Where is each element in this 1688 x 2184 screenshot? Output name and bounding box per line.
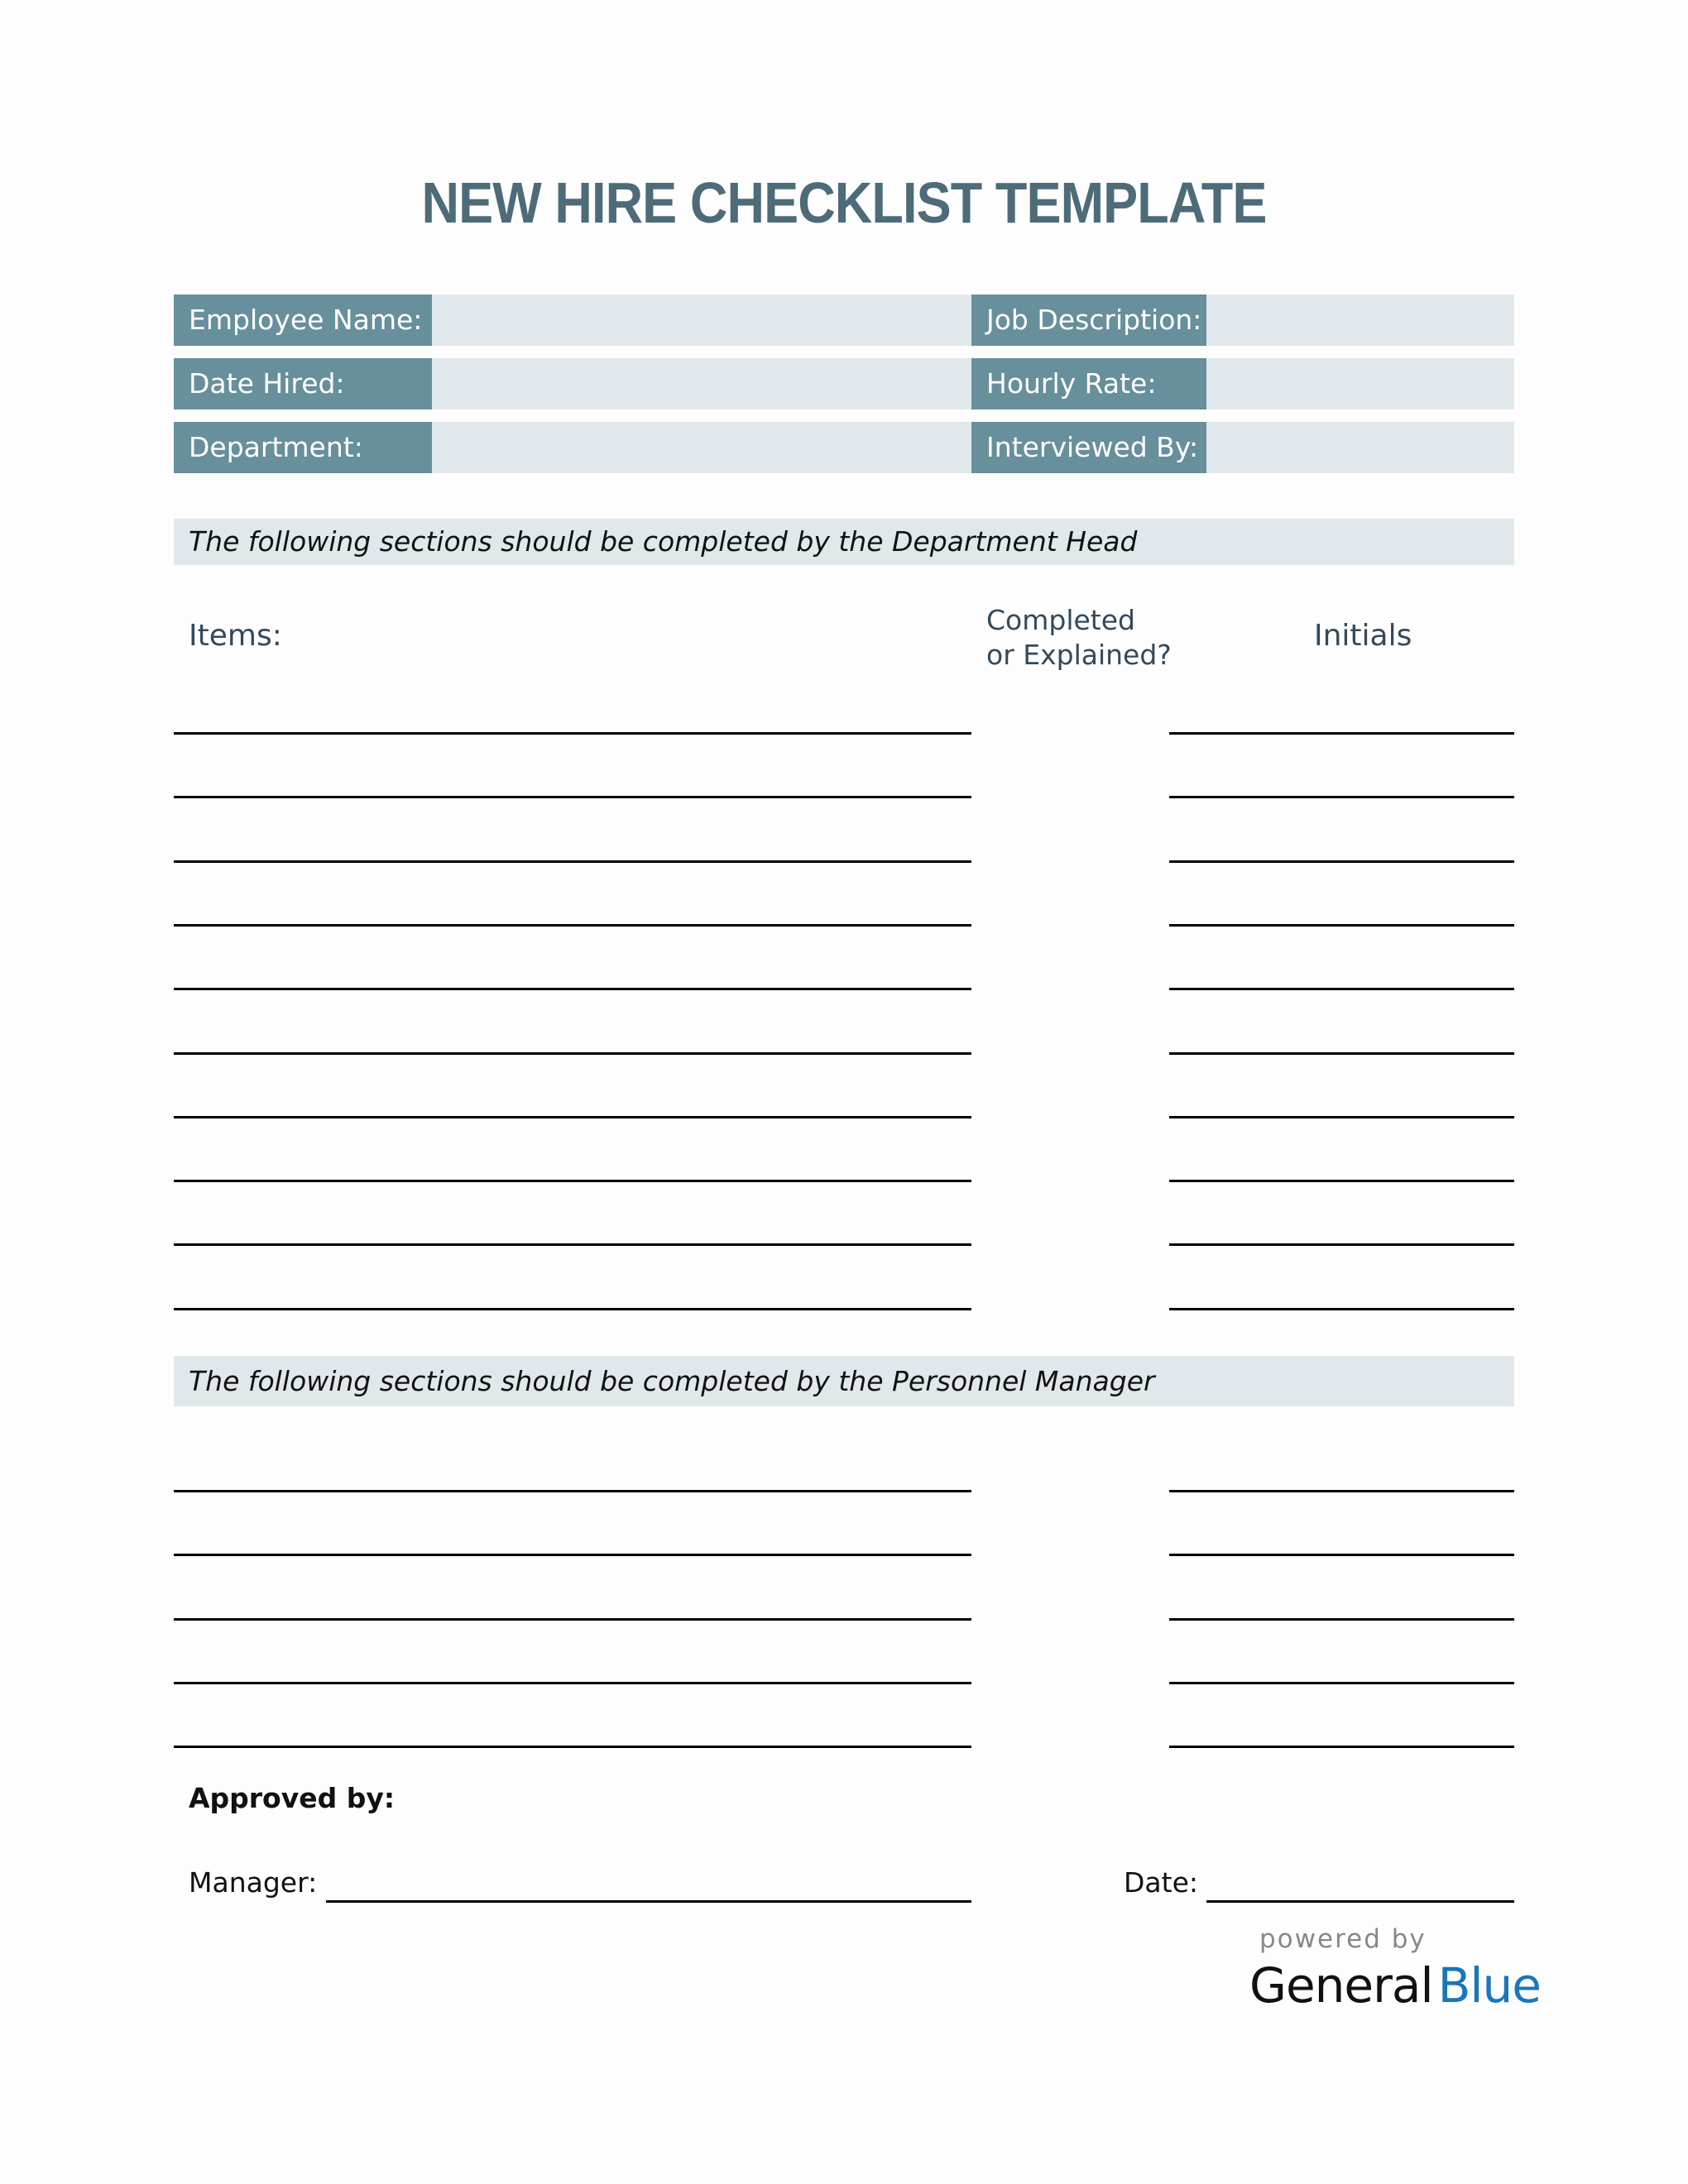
department-checklist-initials-field[interactable] <box>1169 1209 1514 1242</box>
personnel-checklist-item-field[interactable] <box>174 1711 971 1744</box>
personnel-checklist-item-line <box>174 1682 971 1684</box>
interviewed-by-label: Interviewed By: <box>971 422 1206 473</box>
approval-date-line <box>1206 1900 1514 1903</box>
employee-name-field[interactable] <box>432 295 971 346</box>
department-checklist-item-line <box>174 1052 971 1055</box>
manager-label: Manager: <box>189 1866 318 1899</box>
personnel-checklist-initials-line <box>1169 1554 1514 1556</box>
department-checklist-item-line <box>174 1180 971 1182</box>
items-header: Items: <box>189 619 282 653</box>
department-checklist-initials-field[interactable] <box>1169 826 1514 859</box>
department-checklist-initials-field[interactable] <box>1169 697 1514 730</box>
personnel-checklist-initials-field[interactable] <box>1169 1711 1514 1744</box>
completed-header: Completed or Explained? <box>986 603 1172 673</box>
personnel-checklist-initials-line <box>1169 1618 1514 1621</box>
approved-by-heading: Approved by: <box>189 1782 396 1814</box>
department-checklist-initials-line <box>1169 860 1514 863</box>
completed-header-line2: or Explained? <box>986 639 1172 671</box>
department-checklist-initials-field[interactable] <box>1169 1145 1514 1178</box>
department-checklist-initials-field[interactable] <box>1169 889 1514 922</box>
job-description-field[interactable] <box>1206 295 1514 346</box>
department-checklist-item-line <box>174 924 971 927</box>
department-checklist-initials-line <box>1169 1052 1514 1055</box>
department-checklist-item-line <box>174 796 971 798</box>
department-checklist-item-field[interactable] <box>174 889 971 922</box>
personnel-manager-banner: The following sections should be complet… <box>174 1356 1514 1406</box>
completed-header-line1: Completed <box>986 604 1135 636</box>
department-checklist-item-field[interactable] <box>174 1209 971 1242</box>
personnel-checklist-initials-line <box>1169 1490 1514 1492</box>
date-label: Date: <box>1124 1866 1198 1899</box>
department-checklist-initials-line <box>1169 924 1514 927</box>
department-checklist-initials-line <box>1169 796 1514 798</box>
initials-header: Initials <box>1314 619 1412 653</box>
personnel-checklist-item-field[interactable] <box>174 1455 971 1488</box>
personnel-checklist-item-field[interactable] <box>174 1583 971 1616</box>
info-row: Employee Name: Job Description: <box>174 295 1514 346</box>
personnel-checklist-item-field[interactable] <box>174 1519 971 1552</box>
department-checklist-initials-field[interactable] <box>1169 1081 1514 1114</box>
hourly-rate-label: Hourly Rate: <box>971 358 1206 410</box>
department-checklist-item-field[interactable] <box>174 761 971 794</box>
personnel-checklist-initials-field[interactable] <box>1169 1583 1514 1616</box>
department-checklist-item-line <box>174 988 971 990</box>
personnel-checklist-item-line <box>174 1618 971 1621</box>
department-checklist-item-line <box>174 1308 971 1310</box>
approval-date-field[interactable] <box>1206 1865 1514 1898</box>
employee-name-label: Employee Name: <box>174 295 432 346</box>
logo-general-text: General <box>1249 1957 1434 2014</box>
department-checklist-item-line <box>174 732 971 735</box>
department-checklist-item-line <box>174 1243 971 1246</box>
department-checklist-item-line <box>174 1116 971 1118</box>
department-field[interactable] <box>432 422 971 473</box>
department-checklist-initials-field[interactable] <box>1169 1018 1514 1051</box>
personnel-checklist-initials-line <box>1169 1746 1514 1748</box>
info-row: Date Hired: Hourly Rate: <box>174 358 1514 410</box>
manager-signature-line <box>326 1900 971 1903</box>
date-hired-label: Date Hired: <box>174 358 432 410</box>
department-checklist-initials-line <box>1169 1180 1514 1182</box>
department-checklist-initials-line <box>1169 1308 1514 1310</box>
department-checklist-initials-field[interactable] <box>1169 1273 1514 1306</box>
department-label: Department: <box>174 422 432 473</box>
department-checklist-initials-line <box>1169 1243 1514 1246</box>
logo-blue-text: Blue <box>1437 1957 1542 2014</box>
department-checklist-initials-line <box>1169 1116 1514 1118</box>
department-checklist-item-field[interactable] <box>174 1018 971 1051</box>
department-checklist-initials-line <box>1169 732 1514 735</box>
department-head-banner: The following sections should be complet… <box>174 519 1514 565</box>
job-description-label: Job Description: <box>971 295 1206 346</box>
department-checklist-item-line <box>174 860 971 863</box>
personnel-checklist-item-line <box>174 1746 971 1748</box>
personnel-checklist-item-field[interactable] <box>174 1647 971 1680</box>
manager-signature-field[interactable] <box>326 1865 971 1898</box>
hourly-rate-field[interactable] <box>1206 358 1514 410</box>
personnel-checklist-initials-field[interactable] <box>1169 1455 1514 1488</box>
personnel-checklist-initials-line <box>1169 1682 1514 1684</box>
department-checklist-item-field[interactable] <box>174 1081 971 1114</box>
personnel-checklist-item-line <box>174 1554 971 1556</box>
department-checklist-item-field[interactable] <box>174 953 971 986</box>
date-hired-field[interactable] <box>432 358 971 410</box>
department-checklist-item-field[interactable] <box>174 1145 971 1178</box>
page-title: NEW HIRE CHECKLIST TEMPLATE <box>421 170 1267 235</box>
generalblue-logo: General Blue <box>1249 1957 1542 2014</box>
personnel-checklist-item-line <box>174 1490 971 1492</box>
department-checklist-item-field[interactable] <box>174 697 971 730</box>
personnel-checklist-initials-field[interactable] <box>1169 1647 1514 1680</box>
department-checklist-initials-field[interactable] <box>1169 761 1514 794</box>
info-row: Department: Interviewed By: <box>174 422 1514 473</box>
department-checklist-initials-line <box>1169 988 1514 990</box>
personnel-checklist-initials-field[interactable] <box>1169 1519 1514 1552</box>
department-checklist-item-field[interactable] <box>174 826 971 859</box>
powered-by-text: powered by <box>1259 1924 1427 1954</box>
department-checklist-initials-field[interactable] <box>1169 953 1514 986</box>
department-checklist-item-field[interactable] <box>174 1273 971 1306</box>
interviewed-by-field[interactable] <box>1206 422 1514 473</box>
